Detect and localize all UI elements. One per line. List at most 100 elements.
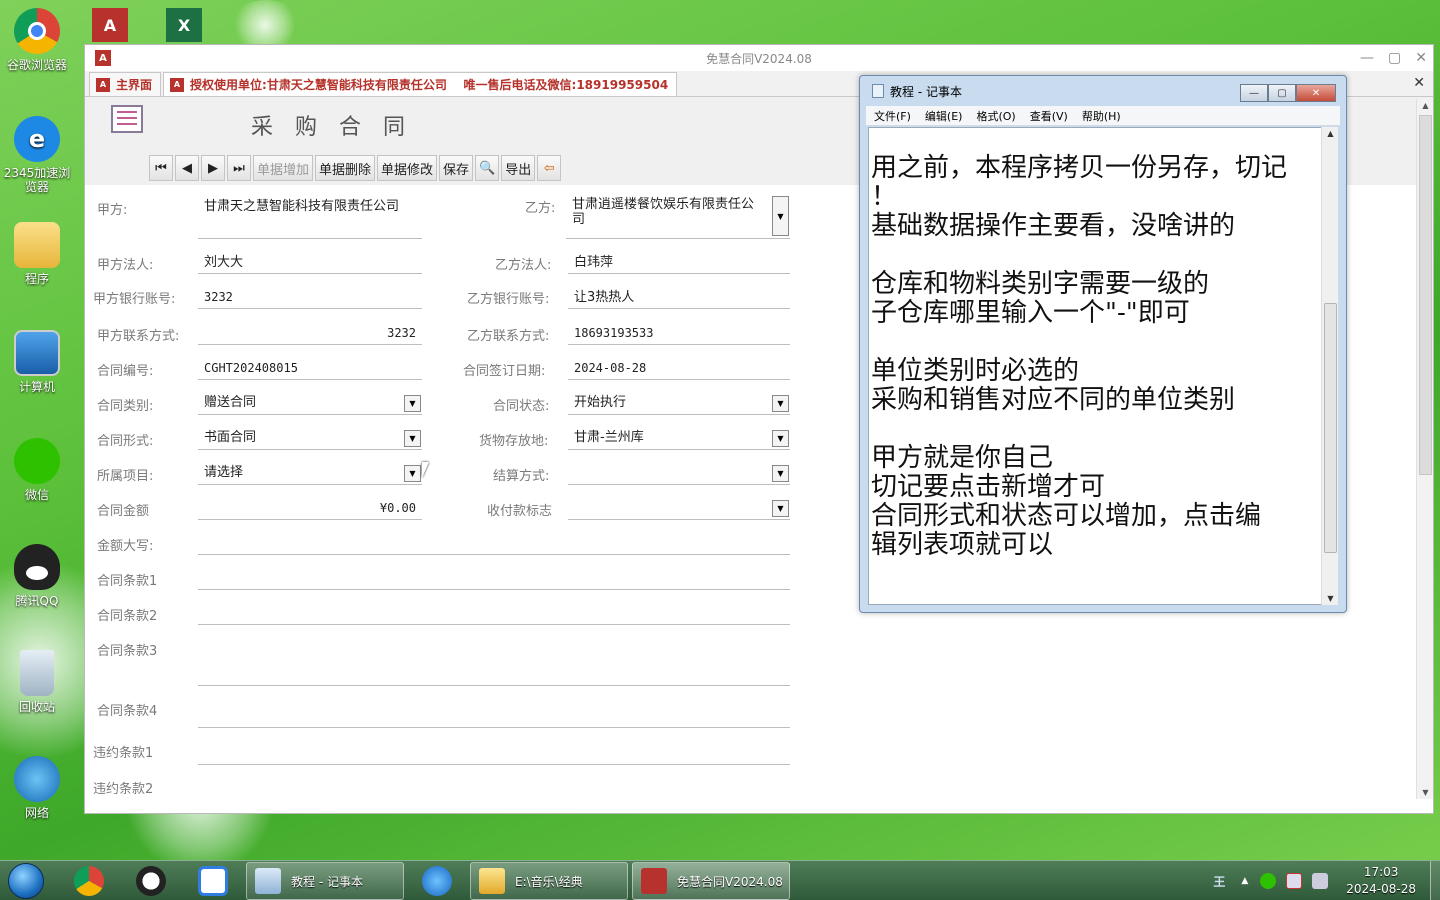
desktop-icon-computer[interactable]: 计算机 xyxy=(0,330,74,394)
minimize-button[interactable]: — xyxy=(1360,45,1374,71)
party-b-field[interactable]: 甘肃逍遥楼餐饮娱乐有限责任公司 ▼ xyxy=(566,195,790,239)
prev-record-button[interactable]: ◀ xyxy=(175,155,199,181)
tab-purchase-contract[interactable]: A 授权使用单位:甘肃天之慧智能科技有限责任公司 唯一售后电话及微信:18919… xyxy=(163,72,678,96)
dropdown-arrow-icon[interactable]: ▼ xyxy=(772,196,789,236)
first-record-button[interactable]: ⏮ xyxy=(149,155,173,181)
maximize-button[interactable]: ▢ xyxy=(1388,45,1401,71)
contract-form-select[interactable]: 书面合同 ▼ xyxy=(198,428,422,450)
delete-record-button[interactable]: 单据删除 xyxy=(315,155,376,181)
ime-indicator[interactable]: 王 xyxy=(1213,873,1225,890)
taskbar-cloud-app[interactable] xyxy=(188,864,238,898)
scrollbar-thumb[interactable] xyxy=(1419,115,1432,475)
party-b-rep-field[interactable]: 白玮萍 xyxy=(568,253,790,274)
close-button[interactable]: ✕ xyxy=(1296,84,1336,102)
dropdown-arrow-icon[interactable]: ▼ xyxy=(404,430,421,447)
breach1-field[interactable] xyxy=(198,741,790,765)
desktop-icon-recycle-bin[interactable]: 回收站 xyxy=(0,650,74,714)
folder-icon xyxy=(479,868,505,894)
taskbar-panda-app[interactable] xyxy=(126,864,176,898)
last-record-button[interactable]: ⏭ xyxy=(227,155,251,181)
clause4-field[interactable] xyxy=(198,699,790,728)
add-record-button[interactable]: 单据增加 xyxy=(253,155,314,181)
desktop-icon-2345[interactable]: e 2345加速浏览器 xyxy=(0,116,74,194)
network-tray-icon[interactable] xyxy=(1286,873,1303,889)
notepad-scrollbar[interactable]: ▲ ▼ xyxy=(1321,127,1338,605)
scroll-up-icon[interactable]: ▲ xyxy=(1417,101,1434,110)
save-button[interactable]: 保存 xyxy=(439,155,474,181)
storage-select[interactable]: 甘肃-兰州库 ▼ xyxy=(568,428,790,450)
desktop-icon-qq[interactable]: 腾讯QQ xyxy=(0,544,74,608)
dropdown-arrow-icon[interactable]: ▼ xyxy=(772,395,789,412)
tray-expand-icon[interactable]: ▲ xyxy=(1241,876,1248,886)
wechat-tray-icon[interactable] xyxy=(1260,873,1277,889)
desktop-icon-network[interactable]: 网络 xyxy=(0,756,74,820)
scroll-down-icon[interactable]: ▼ xyxy=(1322,594,1339,603)
maximize-button[interactable]: ▢ xyxy=(1268,84,1296,102)
contract-status-select[interactable]: 开始执行 ▼ xyxy=(568,393,790,415)
edit-record-button[interactable]: 单据修改 xyxy=(377,155,438,181)
volume-tray-icon[interactable] xyxy=(1312,873,1329,889)
taskbar-chrome[interactable] xyxy=(64,864,114,898)
sign-date-label: 合同签订日期: xyxy=(463,364,546,379)
dropdown-arrow-icon[interactable]: ▼ xyxy=(772,465,789,482)
amount-field[interactable]: ¥0.00 xyxy=(198,499,422,520)
clock-time: 17:03 xyxy=(1363,865,1399,879)
exit-button[interactable]: ⇦ xyxy=(537,155,562,181)
close-button[interactable]: ✕ xyxy=(1415,45,1427,71)
menu-format[interactable]: 格式(O) xyxy=(976,108,1015,124)
desktop-icon-chrome[interactable]: 谷歌浏览器 xyxy=(0,8,74,72)
sign-date-field[interactable]: 2024-08-28 xyxy=(568,359,790,380)
project-select[interactable]: 请选择 ▼ xyxy=(198,463,422,485)
show-desktop-button[interactable] xyxy=(1430,861,1440,900)
close-tab-icon[interactable]: ✕ xyxy=(1413,75,1425,91)
menu-help[interactable]: 帮助(H) xyxy=(1082,108,1121,124)
clock[interactable]: 17:03 2024-08-28 xyxy=(1346,864,1416,898)
dropdown-arrow-icon[interactable]: ▼ xyxy=(404,465,421,482)
clause3-field[interactable] xyxy=(198,639,790,686)
contract-no-field[interactable]: CGHT202408015 xyxy=(198,359,422,380)
dropdown-arrow-icon[interactable]: ▼ xyxy=(404,395,421,412)
desktop-icon-program[interactable]: 程序 xyxy=(0,222,74,286)
party-a-bank-field[interactable]: 3232 xyxy=(198,288,422,309)
contract-type-select[interactable]: 赠送合同 ▼ xyxy=(198,393,422,415)
minimize-button[interactable]: — xyxy=(1240,84,1268,102)
menu-edit[interactable]: 编辑(E) xyxy=(925,108,963,124)
dropdown-arrow-icon[interactable]: ▼ xyxy=(772,500,789,517)
party-a-rep-field[interactable]: 刘大大 xyxy=(198,253,422,274)
payment-flag-select[interactable]: ▼ xyxy=(568,498,790,520)
start-button[interactable] xyxy=(8,863,44,899)
settlement-select[interactable]: ▼ xyxy=(568,463,790,485)
contract-no-label: 合同编号: xyxy=(97,364,154,379)
excel-file-icon[interactable]: X xyxy=(166,8,202,42)
clause1-field[interactable] xyxy=(198,569,790,590)
taskbar-task-notepad[interactable]: 教程 - 记事本 xyxy=(246,862,404,900)
menu-view[interactable]: 查看(V) xyxy=(1030,108,1068,124)
party-b-bank-field[interactable]: 让3热热人 xyxy=(568,288,790,309)
taskbar-ie[interactable] xyxy=(412,864,462,898)
dropdown-arrow-icon[interactable]: ▼ xyxy=(772,430,789,447)
party-b-contact-field[interactable]: 18693193533 xyxy=(568,324,790,345)
taskbar-task-explorer[interactable]: E:\音乐\经典 xyxy=(470,862,628,900)
menu-file[interactable]: 文件(F) xyxy=(874,108,911,124)
tab-main[interactable]: A 主界面 xyxy=(89,72,162,96)
notepad-text-area[interactable]: 用之前，本程序拷贝一份另存，切记 ！ 基础数据操作主要看，没啥讲的 仓库和物料类… xyxy=(868,127,1330,605)
print-preview-button[interactable]: 🔍 xyxy=(475,155,500,181)
scroll-up-icon[interactable]: ▲ xyxy=(1322,129,1339,138)
desktop-icon-wechat[interactable]: 微信 xyxy=(0,438,74,502)
notepad-window: 教程 - 记事本 — ▢ ✕ 文件(F) 编辑(E) 格式(O) 查看(V) 帮… xyxy=(859,75,1347,613)
party-a-field[interactable]: 甘肃天之慧智能科技有限责任公司 xyxy=(198,197,422,239)
party-a-contact-field[interactable]: 3232 xyxy=(198,324,422,345)
form-scrollbar[interactable]: ▲ ▼ xyxy=(1416,99,1433,799)
notepad-titlebar: 教程 - 记事本 — ▢ ✕ xyxy=(860,76,1346,106)
amount-upper-field[interactable] xyxy=(198,534,790,555)
access-file-icon[interactable]: A xyxy=(92,8,128,42)
party-a-contact-label: 甲方联系方式: xyxy=(97,329,180,344)
mouse-cursor-icon xyxy=(422,462,436,478)
scroll-down-icon[interactable]: ▼ xyxy=(1417,788,1434,797)
party-a-rep-label: 甲方法人: xyxy=(97,258,154,273)
export-button[interactable]: 导出 xyxy=(501,155,536,181)
scrollbar-thumb[interactable] xyxy=(1324,303,1337,553)
clause2-field[interactable] xyxy=(198,604,790,625)
taskbar-task-access[interactable]: 免慧合同V2024.08 xyxy=(632,862,790,900)
next-record-button[interactable]: ▶ xyxy=(201,155,225,181)
